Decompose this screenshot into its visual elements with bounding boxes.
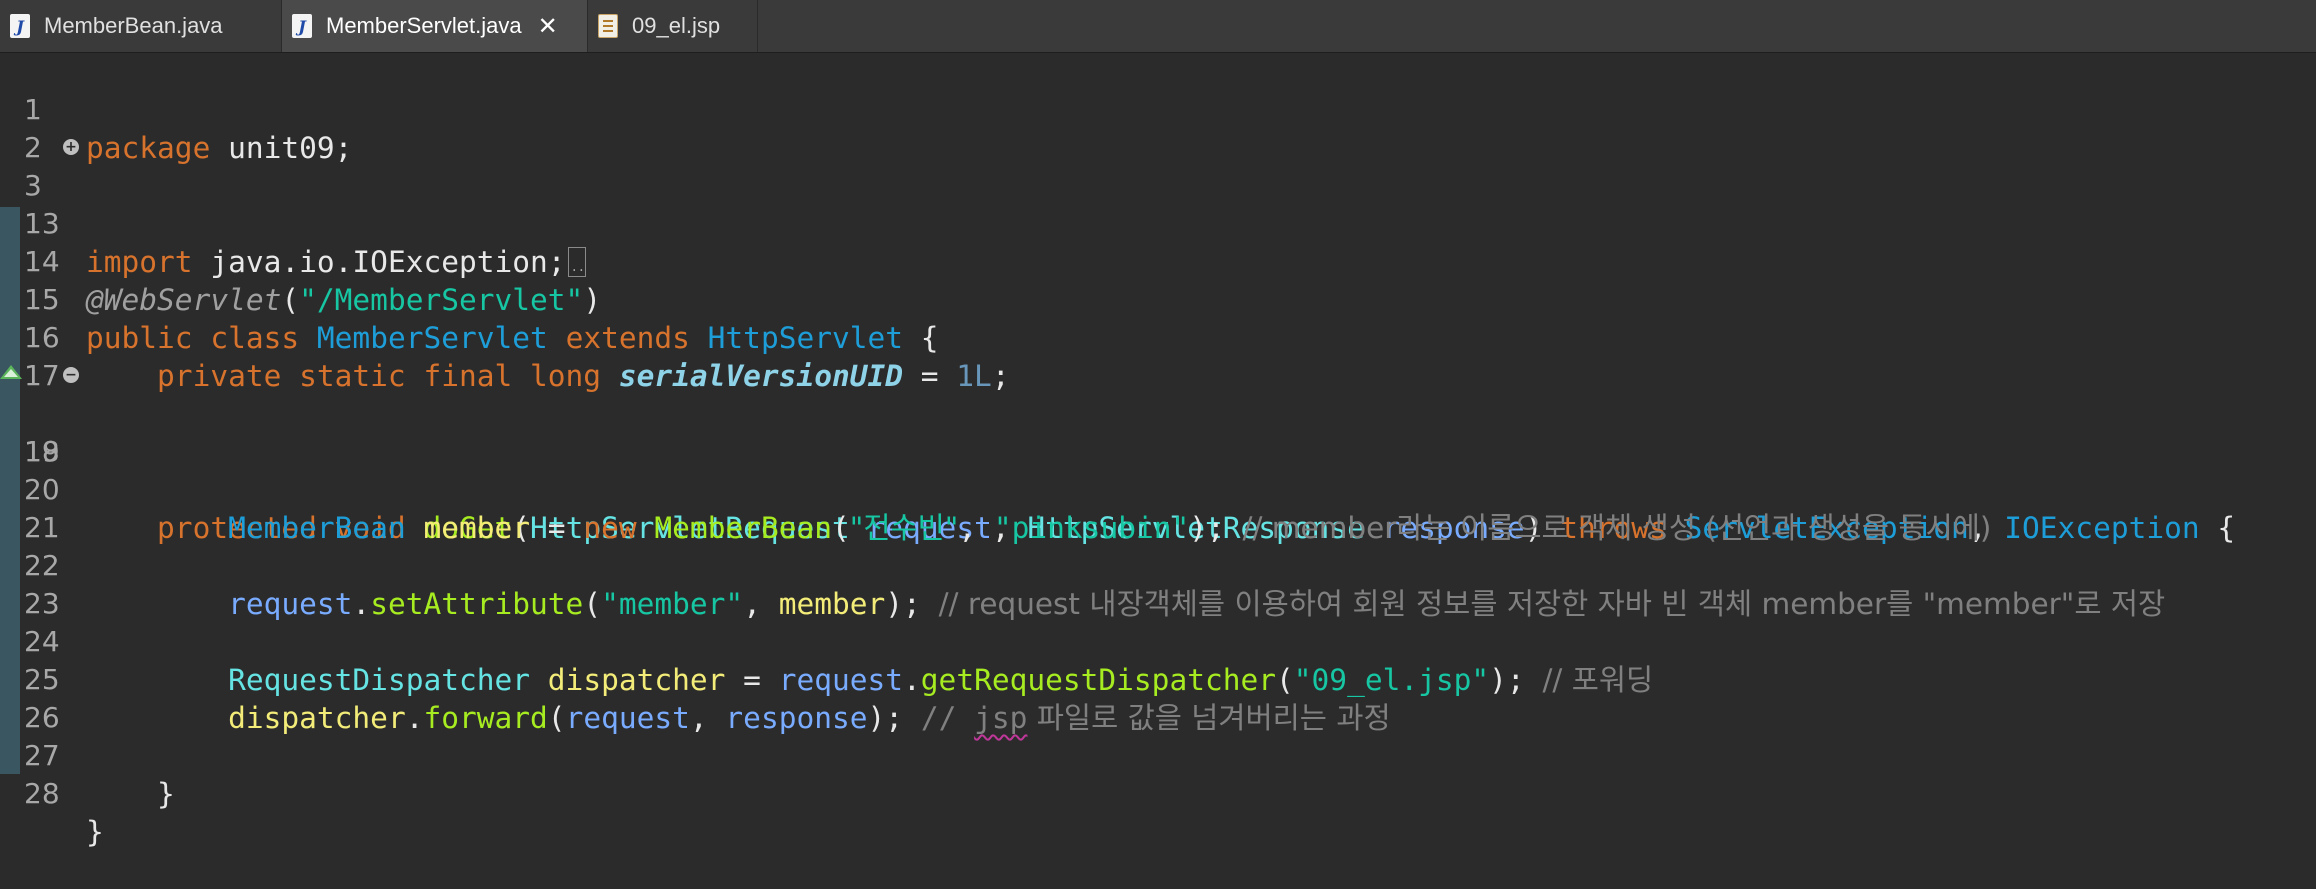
code-line: 28 } [0,737,2316,849]
tab-memberbean-java[interactable]: MemberBean.java [0,0,282,52]
code-line: 14 @WebServlet("/MemberServlet") [0,205,2316,317]
tab-label: 09_el.jsp [632,13,721,38]
code-line: 16 private static final long serialVersi… [0,281,2316,393]
java-file-icon [10,14,30,38]
java-file-icon [292,14,312,38]
close-tab-icon[interactable]: ✕ [538,14,558,38]
code-line: 21 [0,471,2316,544]
code-line: 13 [0,167,2316,240]
code-line: 18 − protected void doGet(HttpServletReq… [0,357,2316,545]
code-line: 24 RequestDispatcher dispatcher = reques… [24,625,1654,697]
code-line: 1 package unit09; [0,53,2316,165]
punctuation: } [86,815,104,849]
code-line: 26 [0,661,2316,734]
code-line: 20 MemberBean member = new MemberBean("전… [24,473,1992,545]
fold-collapse-icon[interactable]: − [63,367,79,383]
code-line: 19 [0,395,2316,468]
override-marker-icon[interactable] [0,365,22,379]
punctuation: } [157,777,175,811]
code-line: 27 } [0,699,2316,811]
jsp-file-icon [598,14,618,38]
code-line: 15 public class MemberServlet extends Ht… [0,243,2316,355]
code-line: 22 request.setAttribute("member", member… [24,549,2166,621]
fold-expand-icon[interactable]: + [63,139,79,155]
line-number: 28 [24,777,60,810]
tab-memberservlet-java[interactable]: MemberServlet.java ✕ [282,0,588,52]
code-line: 17 [0,319,2316,392]
tab-09-el-jsp[interactable]: 09_el.jsp [588,0,758,52]
code-line: 25 dispatcher.forward(request, response)… [24,663,1391,735]
code-line: 3 + import java.io.IOException; [0,129,2316,286]
tab-label: MemberServlet.java [326,13,522,38]
tab-label: MemberBean.java [44,13,223,38]
code-editor[interactable]: 1 package unit09; 2 3 + import java.io.I… [0,53,2316,849]
code-line: 23 [0,547,2316,620]
code-line: 2 [0,91,2316,164]
editor-tab-bar: MemberBean.java MemberServlet.java ✕ 09_… [0,0,2316,53]
